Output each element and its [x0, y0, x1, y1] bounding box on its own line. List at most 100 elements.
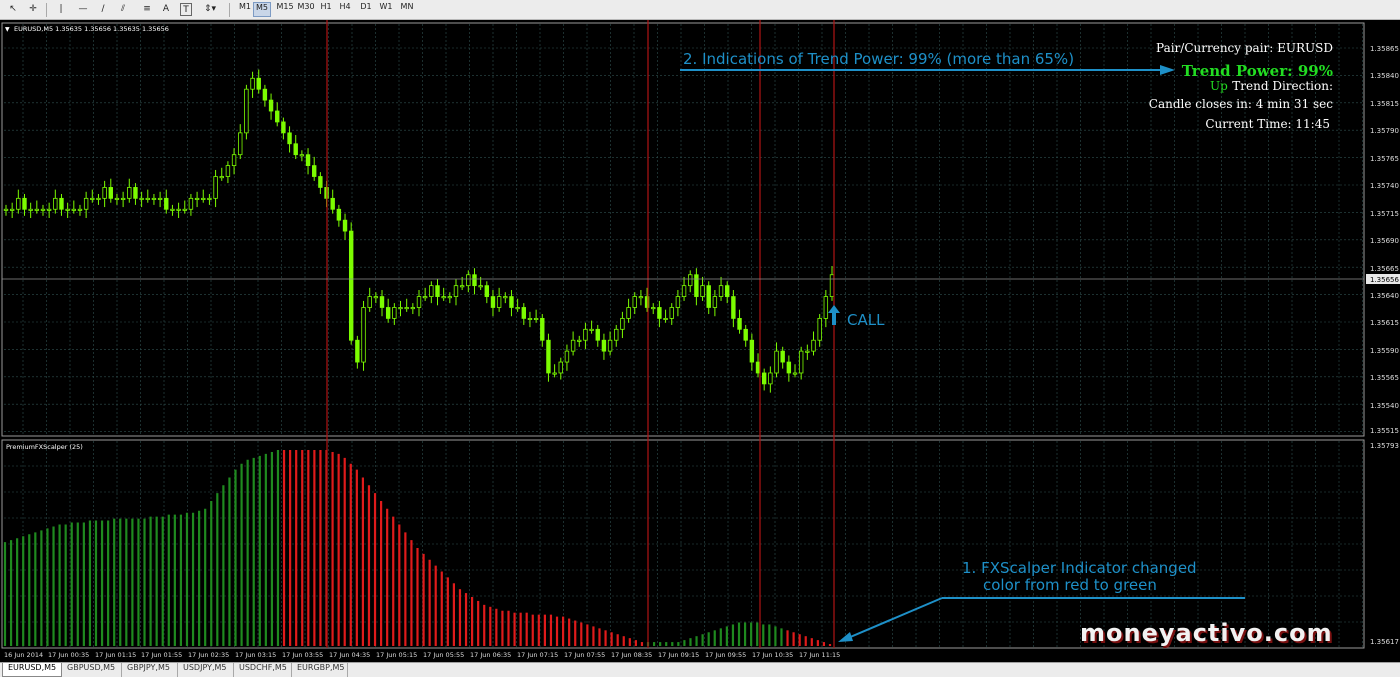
candle-body — [244, 88, 249, 134]
time-tick: 17 Jun 09:55 — [705, 651, 746, 659]
candle-body — [90, 197, 95, 200]
text-tool-button[interactable]: A — [160, 2, 172, 17]
candle-body — [9, 208, 15, 211]
trendline-tool-icon[interactable]: ∕ — [96, 2, 110, 17]
timeframe-h1[interactable]: H1 — [316, 2, 336, 17]
candle-body — [607, 339, 613, 352]
candle-body — [256, 77, 261, 90]
candle-body — [34, 208, 40, 211]
crosshair-tool-icon[interactable]: ✛ — [26, 2, 40, 17]
timeframe-mn[interactable]: MN — [396, 2, 418, 17]
indicator-header: PremiumFXScalper (25) — [6, 443, 83, 451]
price-tick: 1.35715 — [1370, 210, 1399, 218]
candle-body — [577, 339, 582, 342]
cursor-tool-icon[interactable]: ↖ — [6, 2, 20, 17]
candle-body — [447, 296, 453, 299]
candle-body — [823, 296, 829, 319]
candle-body — [737, 317, 742, 330]
time-tick: 17 Jun 07:55 — [564, 651, 605, 659]
tab-eurusd[interactable]: EURUSD,M5 — [2, 663, 62, 677]
timeframe-d1[interactable]: D1 — [356, 2, 376, 17]
timeframe-m30[interactable]: M30 — [294, 2, 318, 17]
time-tick: 16 Jun 2014 — [4, 651, 43, 659]
time-tick: 17 Jun 10:35 — [752, 651, 793, 659]
time-tick: 17 Jun 01:15 — [95, 651, 136, 659]
candle-body — [626, 307, 631, 319]
candle-body — [429, 285, 434, 297]
timeframe-w1[interactable]: W1 — [376, 2, 396, 17]
candle-body — [811, 339, 816, 352]
horizontal-line-tool-icon[interactable]: — — [76, 2, 90, 17]
timeframe-h4[interactable]: H4 — [335, 2, 355, 17]
price-tick: 1.35840 — [1370, 72, 1399, 80]
candle-body — [410, 307, 416, 310]
info-trend-power: Trend Power: 99% — [1182, 62, 1333, 80]
candle-body — [694, 274, 699, 297]
candle-body — [435, 285, 440, 297]
candle-body — [638, 296, 644, 299]
info-trend-direction-prefix: Up — [1210, 79, 1228, 93]
chart-header: EURUSD,M5 1.35635 1.35656 1.35635 1.3565… — [14, 25, 169, 33]
candle-body — [102, 187, 107, 199]
candle-body — [712, 296, 718, 308]
time-tick: 17 Jun 11:15 — [799, 651, 840, 659]
candle-body — [3, 208, 9, 211]
candle-body — [601, 339, 607, 352]
fibonacci-tool-icon[interactable]: ≡ — [140, 2, 154, 17]
candle-body — [170, 208, 175, 211]
candle-body — [614, 328, 619, 341]
toolbar: ↖ ✛ | — ∕ ⫽ ≡ A T ⇕▾ M1 M5 M15 M30 H1 H4… — [0, 0, 1400, 20]
candle-body — [700, 285, 705, 297]
candle-body — [342, 219, 348, 232]
tab-usdchf[interactable]: USDCHF,M5 — [234, 663, 292, 677]
candle-body — [53, 197, 58, 210]
channel-tool-icon[interactable]: ⫽ — [116, 2, 130, 17]
tab-eurgbp[interactable]: EURGBP,M5 — [292, 663, 348, 677]
candle-body — [675, 296, 681, 308]
candle-body — [731, 296, 736, 319]
candle-body — [268, 99, 274, 112]
candle-body — [774, 350, 779, 374]
candle-body — [761, 372, 767, 385]
candle-body — [817, 317, 822, 341]
vertical-line-tool-icon[interactable]: | — [56, 2, 66, 17]
candle-body — [207, 197, 212, 200]
candle-body — [299, 154, 305, 157]
candle-body — [490, 296, 496, 308]
price-tick: 1.35665 — [1370, 265, 1399, 273]
tab-gbpjpy[interactable]: GBPJPY,M5 — [122, 663, 178, 677]
candle-body — [225, 165, 231, 177]
candle-body — [546, 339, 551, 374]
candle-body — [83, 197, 89, 210]
time-tick: 17 Jun 04:35 — [329, 651, 370, 659]
toolbar-separator — [46, 3, 47, 17]
candle-body — [478, 285, 483, 288]
arrows-tool-icon[interactable]: ⇕▾ — [198, 2, 222, 17]
candle-body — [176, 208, 181, 211]
timeframe-m5[interactable]: M5 — [253, 2, 271, 17]
tab-gbpusd[interactable]: GBPUSD,M5 — [62, 663, 122, 677]
candle-body — [157, 197, 163, 200]
candle-body — [472, 274, 477, 287]
candle-body — [509, 296, 514, 308]
candle-body — [262, 88, 268, 101]
chart-header-arrow-icon: ▼ — [5, 26, 10, 33]
label-tool-button[interactable]: T — [180, 3, 192, 16]
tab-usdjpy[interactable]: USDJPY,M5 — [178, 663, 234, 677]
time-tick: 17 Jun 08:35 — [611, 651, 652, 659]
candle-body — [755, 361, 761, 374]
price-tick: 1.35615 — [1370, 319, 1399, 327]
candle-body — [706, 285, 711, 308]
candle-body — [151, 197, 157, 200]
candle-body — [829, 274, 835, 297]
candle-body — [330, 197, 335, 210]
watermark-logo: moneyactivo.com moneyactivo.com — [1080, 619, 1334, 649]
candle-body — [651, 307, 656, 310]
info-pair: Pair/Currency pair: EURUSD — [1156, 41, 1333, 55]
chart-area[interactable]: 1.35865 1.35840 1.35815 1.35790 1.35765 … — [0, 20, 1400, 662]
candle-body — [194, 197, 200, 200]
candle-body — [632, 296, 637, 308]
indicator-note-line1: 1. FXScalper Indicator changed — [962, 559, 1197, 577]
call-label: CALL — [847, 311, 885, 329]
candle-body — [250, 77, 255, 90]
